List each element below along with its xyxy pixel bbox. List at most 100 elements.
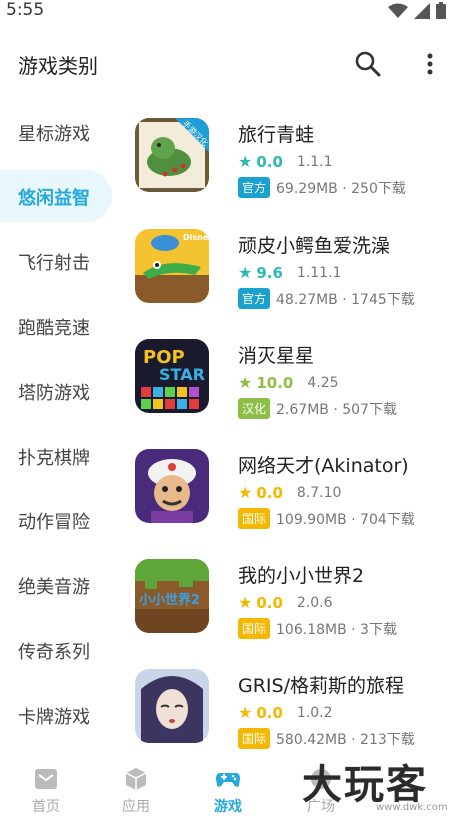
game-tag: 国际 xyxy=(238,618,271,639)
game-rating: ★ 9.6 1.11.1 xyxy=(238,263,341,282)
game-list: 手游汉化 旅行青蛙 ★ 0.0 1.1.1 官方 69.29MB · 250下载… xyxy=(118,102,458,752)
search-icon xyxy=(355,51,381,77)
status-bar: 5:55 xyxy=(0,0,458,26)
icon-badge-text: Disney xyxy=(183,233,209,242)
game-name: 我的小小世界2 xyxy=(238,565,365,587)
nav-home[interactable]: 首页 xyxy=(0,752,92,820)
category-label: 传奇系列 xyxy=(18,642,90,663)
category-sidebar: 星标游戏 悠闲益智 飞行射击 跑酷竞速 塔防游戏 扑克棋牌 动作冒险 绝美音游 … xyxy=(0,102,118,752)
status-time: 5:55 xyxy=(6,0,45,20)
category-label: 绝美音游 xyxy=(18,577,90,598)
block-world-icon: 小小世界2 xyxy=(135,559,209,633)
game-row[interactable]: GRIS/格莉斯的旅程 ★ 0.0 1.0.2 国际 580.42MB · 21… xyxy=(118,653,458,752)
search-button[interactable] xyxy=(352,48,384,80)
gamepad-icon xyxy=(216,773,240,787)
game-rating: ★ 10.0 4.25 xyxy=(238,373,339,392)
game-rating: ★ 0.0 2.0.6 xyxy=(238,593,333,612)
category-item[interactable]: 塔防游戏 xyxy=(0,365,112,417)
category-label: 动作冒险 xyxy=(18,512,90,533)
nav-games[interactable]: 游戏 xyxy=(182,752,274,820)
game-size-downloads: 69.29MB · 250下载 xyxy=(276,180,406,197)
watermark-url: www.dwk.com xyxy=(376,802,448,813)
star-icon: ★ xyxy=(238,483,253,502)
category-item[interactable]: 动作冒险 xyxy=(0,494,112,546)
star-icon: ★ xyxy=(238,373,253,392)
game-tag: 国际 xyxy=(238,508,271,529)
game-name: 网络天才(Akinator) xyxy=(238,455,409,477)
game-version: 2.0.6 xyxy=(296,594,333,611)
app-bar: 游戏类别 xyxy=(0,26,458,102)
game-rating: ★ 0.0 8.7.10 xyxy=(238,483,341,502)
game-score: 0.0 xyxy=(256,593,283,612)
category-label: 飞行射击 xyxy=(18,253,90,274)
category-label: 星标游戏 xyxy=(18,124,90,145)
system-icons xyxy=(388,2,446,19)
game-size-downloads: 2.67MB · 507下载 xyxy=(276,401,397,418)
game-version: 8.7.10 xyxy=(296,484,342,501)
game-name: 顽皮小鳄鱼爱洗澡 xyxy=(238,235,391,257)
game-info: 国际 580.42MB · 213下载 xyxy=(238,728,415,749)
game-info: 国际 106.18MB · 3下载 xyxy=(238,618,397,639)
game-info: 官方 69.29MB · 250下载 xyxy=(238,177,406,198)
game-score: 9.6 xyxy=(256,263,283,282)
nav-label: 首页 xyxy=(32,799,60,815)
signal-icon xyxy=(414,2,430,19)
crocodile-icon: Disney xyxy=(135,229,209,303)
genie-icon xyxy=(135,449,209,523)
game-row[interactable]: 小小世界2 我的小小世界2 ★ 0.0 2.0.6 国际 106.18MB · … xyxy=(118,543,458,653)
category-item[interactable]: 传奇系列 xyxy=(0,624,112,676)
gris-icon xyxy=(135,669,209,743)
game-size-downloads: 109.90MB · 704下载 xyxy=(276,511,415,528)
game-info: 官方 48.27MB · 1745下载 xyxy=(238,288,415,309)
category-label: 卡牌游戏 xyxy=(18,707,90,728)
category-label: 跑酷竞速 xyxy=(18,318,90,339)
category-item[interactable]: 飞行射击 xyxy=(0,235,112,287)
game-name: GRIS/格莉斯的旅程 xyxy=(238,675,404,697)
star-icon: ★ xyxy=(238,593,253,612)
battery-icon xyxy=(436,2,446,19)
game-score: 0.0 xyxy=(256,483,283,502)
category-item[interactable]: 星标游戏 xyxy=(0,106,112,158)
game-info: 国际 109.90MB · 704下载 xyxy=(238,508,415,529)
game-rating: ★ 0.0 1.0.2 xyxy=(238,703,333,722)
category-item[interactable]: 绝美音游 xyxy=(0,559,112,611)
game-tag: 官方 xyxy=(238,288,271,309)
game-version: 1.11.1 xyxy=(296,264,342,281)
popstar-icon: POP STAR xyxy=(135,339,209,413)
more-vertical-icon xyxy=(427,53,433,75)
category-item-active[interactable]: 悠闲益智 xyxy=(0,170,112,222)
game-rating: ★ 0.0 1.1.1 xyxy=(238,152,333,171)
nav-apps[interactable]: 应用 xyxy=(90,752,182,820)
category-item[interactable]: 扑克棋牌 xyxy=(0,430,112,482)
game-row[interactable]: 手游汉化 旅行青蛙 ★ 0.0 1.1.1 官方 69.29MB · 250下载 xyxy=(118,102,458,212)
category-item[interactable]: 跑酷竞速 xyxy=(0,300,112,352)
game-tag: 官方 xyxy=(238,177,271,198)
icon-text: 小小世界2 xyxy=(139,593,201,608)
more-options-button[interactable] xyxy=(418,48,442,80)
category-label: 扑克棋牌 xyxy=(18,448,90,469)
game-score: 0.0 xyxy=(256,703,283,722)
game-score: 0.0 xyxy=(256,152,283,171)
star-icon: ★ xyxy=(238,152,253,171)
game-size-downloads: 580.42MB · 213下载 xyxy=(276,731,415,748)
game-tag: 汉化 xyxy=(238,398,271,419)
game-row[interactable]: Disney 顽皮小鳄鱼爱洗澡 ★ 9.6 1.11.1 官方 48.27MB … xyxy=(118,213,458,323)
game-size-downloads: 106.18MB · 3下载 xyxy=(276,621,397,638)
star-icon: ★ xyxy=(238,263,253,282)
nav-label: 游戏 xyxy=(214,799,242,815)
game-version: 1.1.1 xyxy=(296,153,333,170)
game-name: 消灭星星 xyxy=(238,345,315,367)
frog-icon: 手游汉化 xyxy=(135,118,209,192)
watermark: 大玩客 www.dwk.com xyxy=(298,752,458,820)
game-name: 旅行青蛙 xyxy=(238,124,315,146)
game-row[interactable]: POP STAR 消灭星星 ★ 10.0 4.25 汉化 2.67MB · 50… xyxy=(118,323,458,433)
category-label: 塔防游戏 xyxy=(18,383,90,404)
game-version: 4.25 xyxy=(307,374,339,391)
category-item[interactable]: 卡牌游戏 xyxy=(0,689,112,741)
page-title: 游戏类别 xyxy=(18,54,98,78)
game-row[interactable]: 网络天才(Akinator) ★ 0.0 8.7.10 国际 109.90MB … xyxy=(118,433,458,543)
nav-label: 应用 xyxy=(122,799,150,815)
category-label: 悠闲益智 xyxy=(18,188,90,209)
wifi-icon xyxy=(388,3,408,18)
star-icon: ★ xyxy=(238,703,253,722)
